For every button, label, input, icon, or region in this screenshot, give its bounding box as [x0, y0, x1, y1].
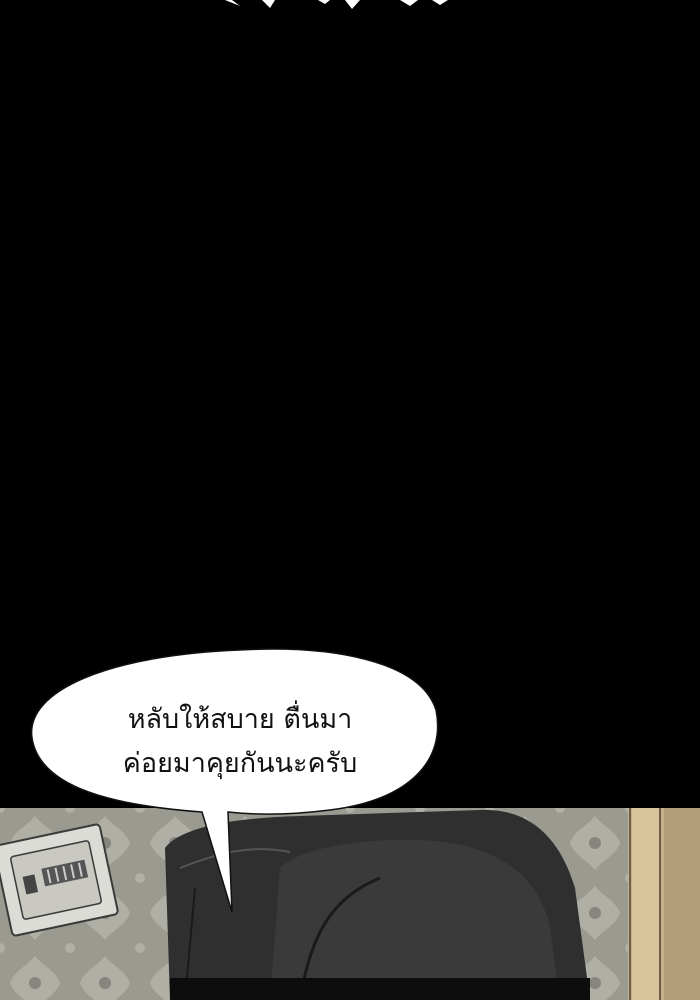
character-silhouette — [165, 809, 590, 1000]
interior-scene-panel — [0, 808, 700, 1000]
speech-bubble-text: หลับให้สบาย ตื่นมา ค่อยมาคุยกันนะครับ — [60, 698, 420, 786]
speech-line-1: หลับให้สบาย ตื่นมา — [127, 704, 353, 735]
top-speed-lines — [225, 0, 448, 9]
comic-page: หลับให้สบาย ตื่นมา ค่อยมาคุยกันนะครับ — [0, 0, 700, 1000]
door-frame — [628, 808, 700, 1000]
speech-line-2: ค่อยมาคุยกันนะครับ — [122, 748, 358, 779]
